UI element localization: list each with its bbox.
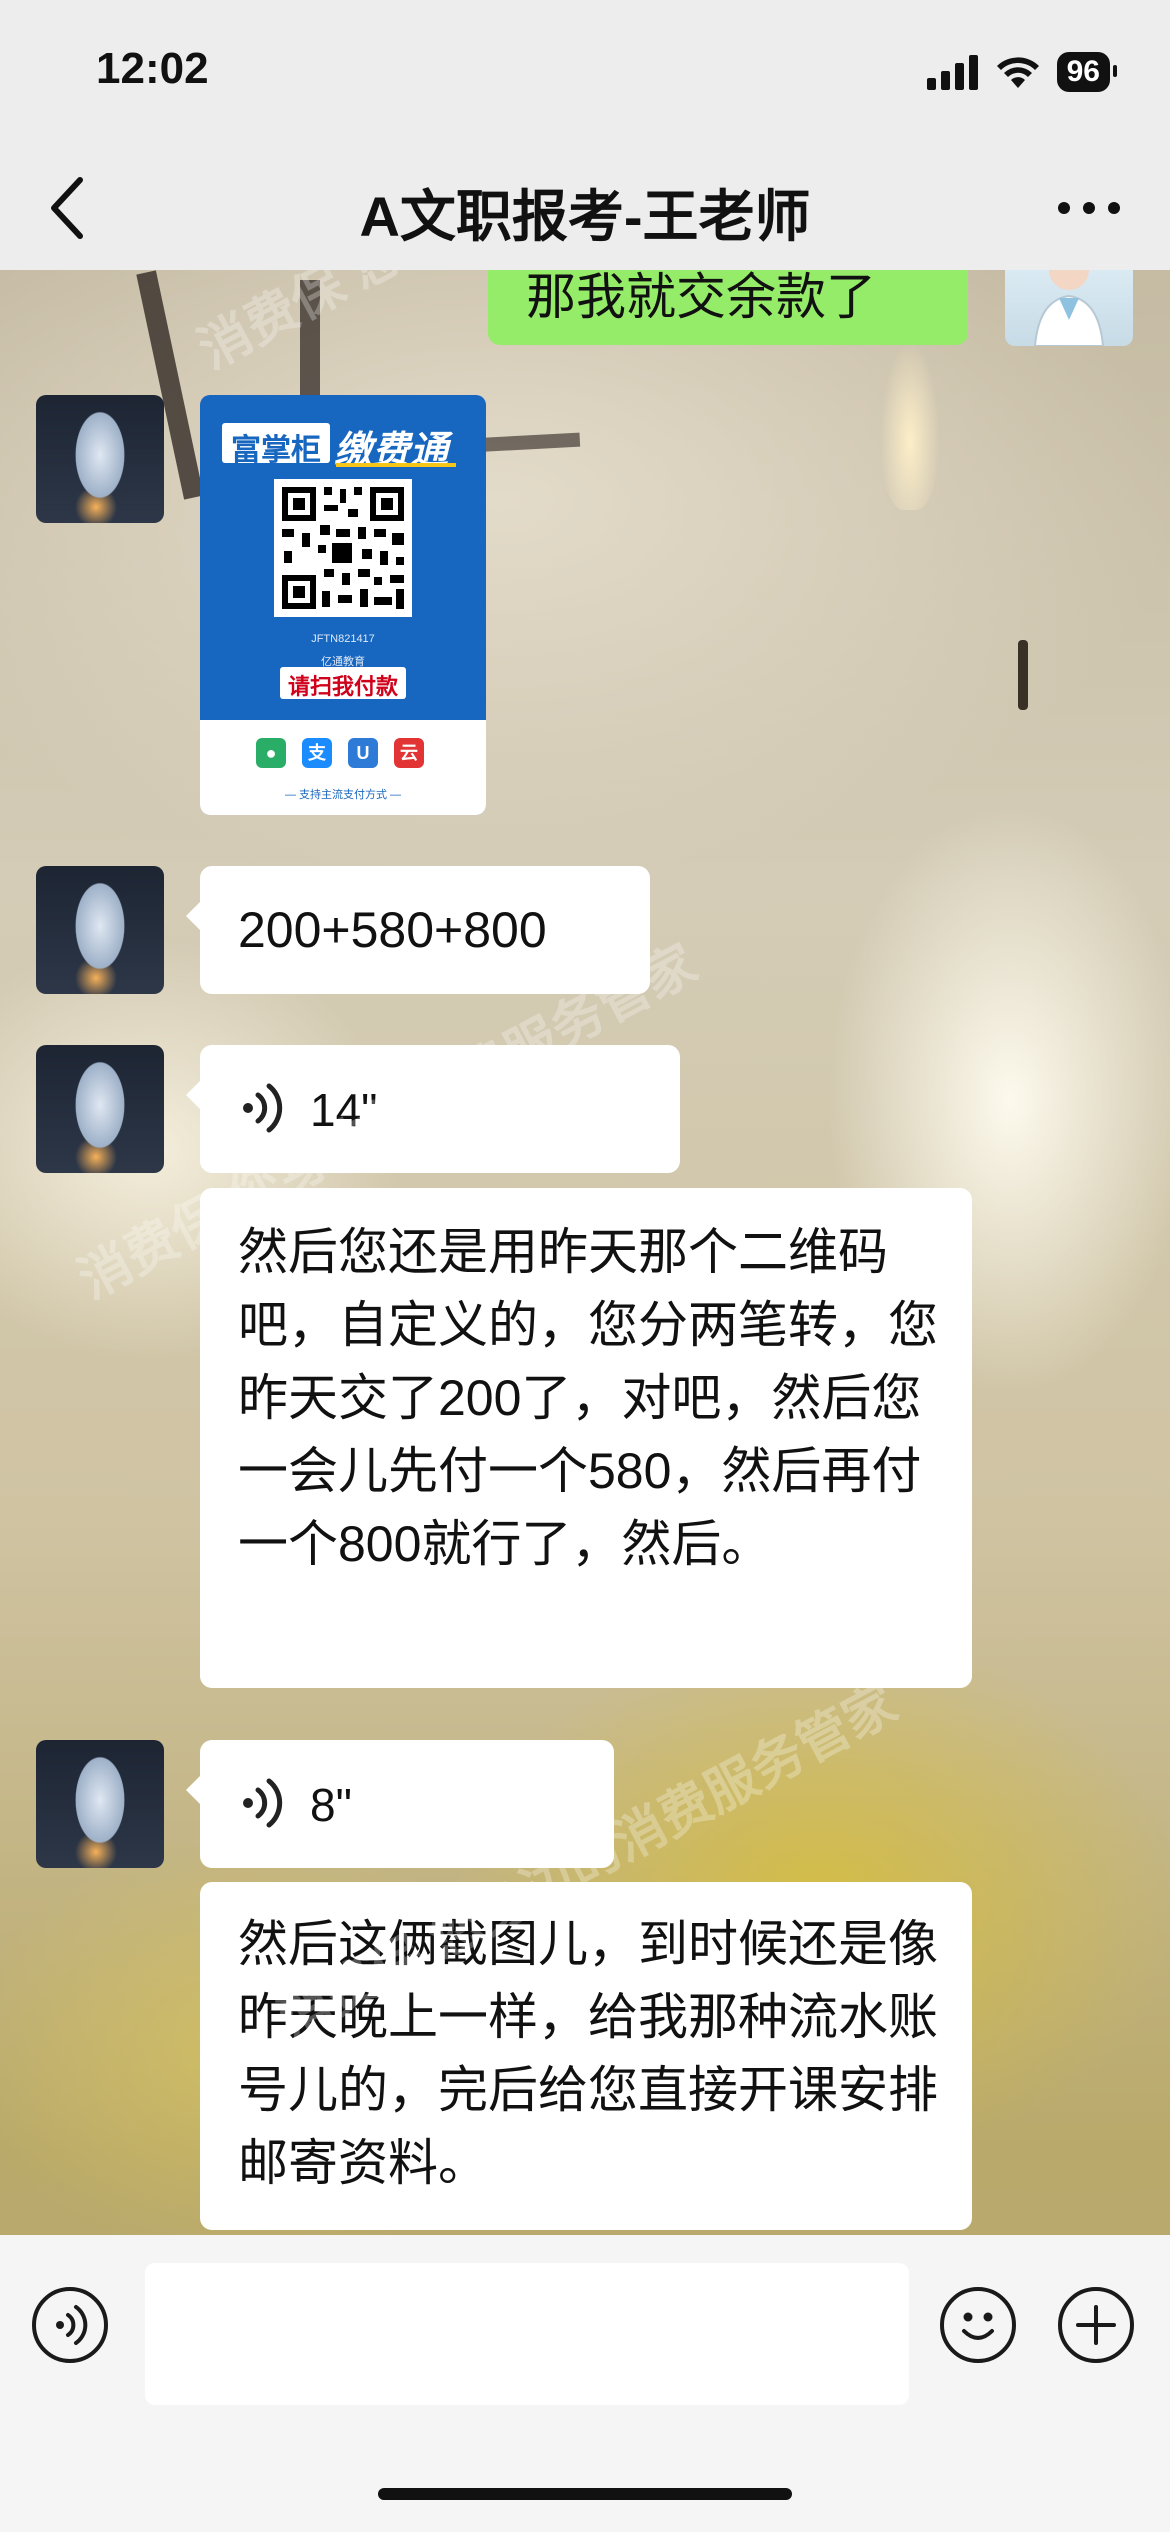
contact-avatar[interactable]: [36, 395, 164, 523]
status-time: 12:02: [96, 44, 209, 93]
qr-brand-logo: 富掌柜: [231, 434, 321, 467]
received-message-bubble[interactable]: 200+580+800: [186, 866, 650, 994]
contact-avatar[interactable]: [36, 1045, 164, 1173]
contact-avatar[interactable]: [36, 866, 164, 994]
voice-transcript-bubble[interactable]: 然后您还是用昨天那个二维码吧，自定义的，您分两笔转，您昨天交了200了，对吧，然…: [200, 1188, 972, 1688]
message-text: 200+580+800: [238, 902, 547, 958]
qr-reference: JFTN821417: [311, 633, 375, 645]
voice-wave-icon: [243, 1083, 283, 1133]
message-input[interactable]: [145, 2263, 909, 2405]
smiley-icon: [962, 2312, 994, 2340]
top-bar: 12:02 96 A文职报考-王老师: [0, 0, 1170, 270]
wifi-icon: [996, 57, 1039, 88]
voice-wave-icon: [56, 2305, 88, 2345]
voice-wave-icon: [243, 1778, 283, 1828]
voice-transcript-bubble[interactable]: 然后这俩截图儿，到时候还是像昨天晚上一样，给我那种流水账号儿的，完后给您直接开课…: [200, 1882, 972, 2230]
home-indicator[interactable]: [378, 2488, 792, 2500]
voice-transcript-text: 然后这俩截图儿，到时候还是像昨天晚上一样，给我那种流水账号儿的，完后给您直接开课…: [238, 1916, 938, 2191]
more-button[interactable]: [1044, 178, 1134, 238]
wechat-pay-icon: ●: [256, 738, 286, 768]
qr-scan-to-pay: 请扫我付款: [287, 674, 398, 699]
battery-indicator: 96: [1056, 52, 1118, 92]
chat-title: A文职报考-王老师: [359, 185, 811, 248]
more-icon: [1058, 202, 1120, 214]
voice-message-bubble[interactable]: 8": [186, 1740, 614, 1868]
qr-code-icon: [274, 479, 412, 617]
qr-support-text: — 支持主流支付方式 —: [284, 789, 402, 801]
contact-avatar[interactable]: [36, 1740, 164, 1868]
cloud-pay-icon: 云: [394, 738, 424, 768]
alipay-icon: 支: [302, 738, 332, 768]
plus-icon: [1076, 2305, 1116, 2345]
voice-duration: 8": [310, 1779, 352, 1831]
status-icons: 96: [926, 50, 1118, 94]
voice-input-button[interactable]: [32, 2287, 108, 2363]
voice-transcript-text: 然后您还是用昨天那个二维码吧，自定义的，您分两笔转，您昨天交了200了，对吧，然…: [238, 1224, 938, 1572]
qr-code-image[interactable]: 富掌柜 缴费通 JFTN821417 亿通教育 请扫我付款 ● 支 U 云 — …: [200, 395, 486, 815]
cellular-signal-icon: [926, 55, 978, 90]
union-pay-icon: U: [348, 738, 378, 768]
voice-duration: 14": [310, 1084, 378, 1136]
emoji-button[interactable]: [940, 2287, 1016, 2363]
more-features-button[interactable]: [1058, 2287, 1134, 2363]
voice-message-bubble[interactable]: 14": [186, 1045, 680, 1173]
